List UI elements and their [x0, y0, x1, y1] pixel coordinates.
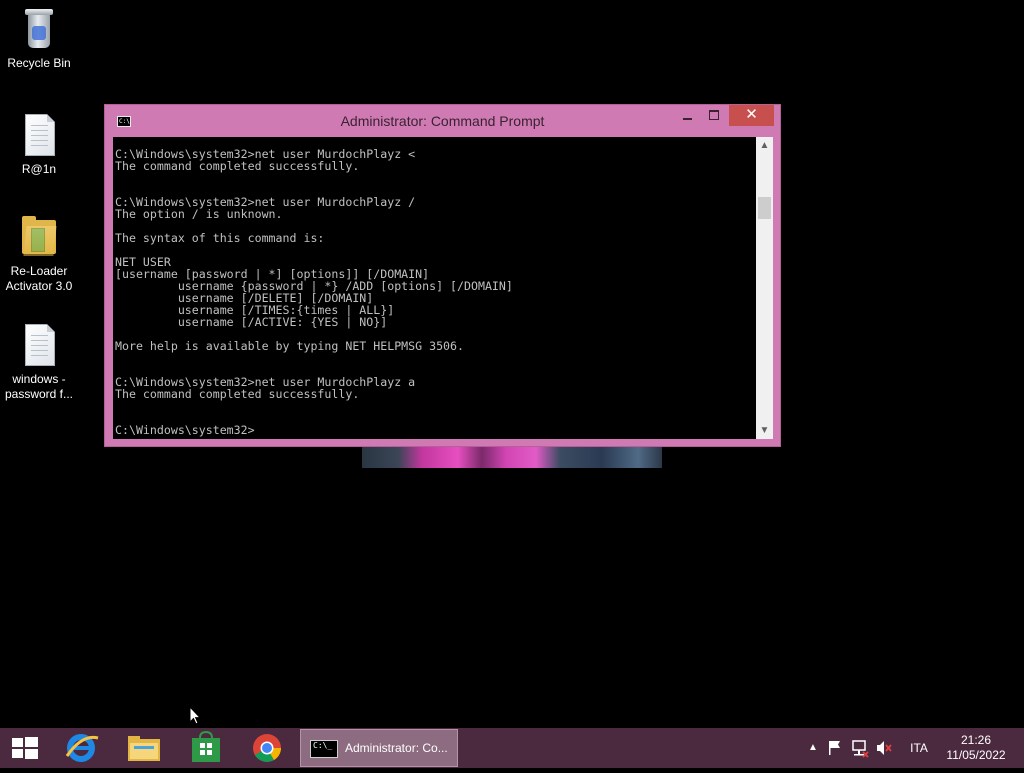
taskbar-pin-store[interactable]	[176, 728, 236, 768]
input-language-indicator[interactable]: ITA	[904, 728, 934, 768]
scroll-thumb[interactable]	[758, 197, 771, 219]
desktop-icon-r1n[interactable]: R@1n	[0, 112, 78, 177]
taskbar-task-command-prompt[interactable]: C:\_ Administrator: Co...	[300, 729, 458, 767]
minimize-icon	[683, 118, 692, 120]
scroll-up-icon[interactable]: ▲	[756, 137, 773, 154]
maximize-button[interactable]	[703, 105, 725, 126]
scroll-down-icon[interactable]: ▼	[756, 422, 773, 439]
windows-logo-icon	[12, 737, 38, 759]
desktop-icon-label: Re-Loader Activator 3.0	[5, 264, 73, 293]
close-button[interactable]: ✕	[729, 105, 774, 126]
recycle-bin-icon	[19, 6, 59, 52]
console-output: C:\Windows\system32>net user MurdochPlay…	[115, 147, 513, 437]
console-area[interactable]: C:\Windows\system32>net user MurdochPlay…	[113, 137, 756, 439]
desktop-icon-recycle-bin[interactable]: Recycle Bin	[0, 6, 78, 71]
desktop-icon-reloader[interactable]: Re-Loader Activator 3.0	[0, 214, 78, 294]
wallpaper-fragment	[362, 447, 662, 468]
volume-muted-icon[interactable]	[874, 728, 894, 768]
cmd-icon: C:\_	[310, 740, 338, 758]
chrome-icon	[253, 734, 281, 762]
desktop-icon-label: R@1n	[21, 162, 57, 176]
network-icon[interactable]	[850, 728, 870, 768]
close-icon: ✕	[745, 106, 758, 123]
clock-time: 21:26	[960, 733, 992, 747]
file-explorer-icon	[128, 736, 160, 761]
taskbar-pin-internet-explorer[interactable]	[52, 728, 112, 768]
internet-explorer-icon	[65, 734, 99, 762]
taskbar-pin-file-explorer[interactable]	[114, 728, 174, 768]
system-clock[interactable]: 21:26 11/05/2022	[940, 733, 1012, 763]
folder-icon	[19, 214, 59, 260]
task-label: Administrator: Co...	[345, 741, 448, 755]
store-icon	[192, 730, 220, 762]
start-button[interactable]	[0, 728, 50, 768]
taskbar: C:\_ Administrator: Co... ▲ ITA 21:26 11…	[0, 728, 1024, 768]
action-center-flag-icon[interactable]	[826, 728, 844, 768]
desktop-icon-label: Recycle Bin	[7, 56, 71, 70]
document-icon	[19, 112, 59, 158]
clock-date: 11/05/2022	[946, 748, 1006, 762]
minimize-button[interactable]	[677, 105, 699, 126]
desktop-icon-windows-password[interactable]: windows - password f...	[0, 322, 78, 402]
taskbar-pin-chrome[interactable]	[238, 728, 298, 768]
document-icon	[19, 322, 59, 368]
vertical-scrollbar[interactable]: ▲ ▼	[756, 137, 773, 439]
show-hidden-icons-button[interactable]: ▲	[806, 728, 820, 768]
maximize-icon	[709, 110, 719, 120]
title-bar[interactable]: C:\ Administrator: Command Prompt ✕	[105, 105, 780, 137]
desktop-icon-label: windows - password f...	[4, 372, 74, 401]
command-prompt-window[interactable]: C:\ Administrator: Command Prompt ✕ C:\W…	[104, 104, 781, 447]
